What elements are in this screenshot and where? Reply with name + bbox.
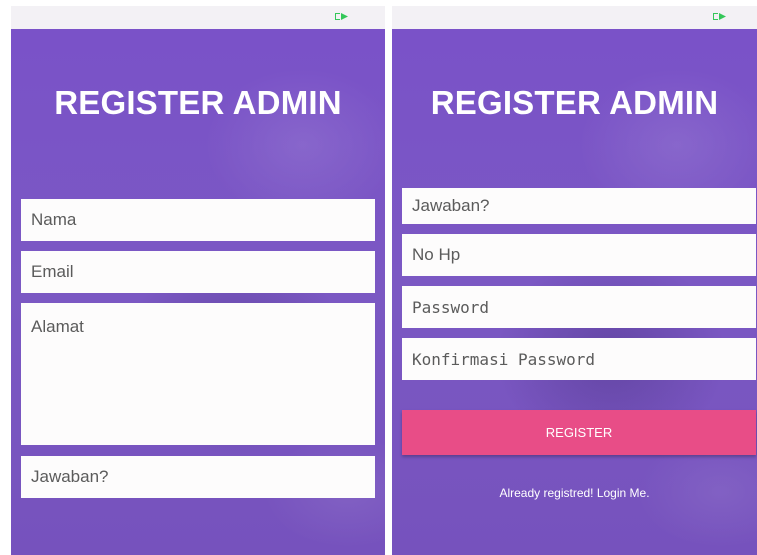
register-button[interactable]: REGISTER (402, 410, 756, 455)
battery-icon (713, 13, 727, 20)
status-bar (392, 6, 757, 29)
alamat-textarea[interactable]: Alamat (21, 303, 375, 445)
login-link[interactable]: Already registred! Login Me. (392, 486, 757, 500)
battery-icon (335, 13, 349, 20)
page-title: REGISTER ADMIN (54, 84, 342, 121)
nama-input[interactable]: Nama (21, 199, 375, 241)
email-input[interactable]: Email (21, 251, 375, 293)
konfirmasi-password-input[interactable]: Konfirmasi Password (402, 338, 756, 380)
jawaban-input[interactable]: Jawaban? (402, 188, 756, 224)
status-bar (11, 6, 385, 29)
register-screen-left: REGISTER ADMIN Nama Email Alamat Jawaban… (11, 6, 385, 555)
register-screen-right: REGISTER ADMIN Jawaban? No Hp Password K… (392, 6, 757, 555)
password-input[interactable]: Password (402, 286, 756, 328)
jawaban-input[interactable]: Jawaban? (21, 456, 375, 498)
page-title: REGISTER ADMIN (430, 84, 719, 121)
no-hp-input[interactable]: No Hp (402, 234, 756, 276)
